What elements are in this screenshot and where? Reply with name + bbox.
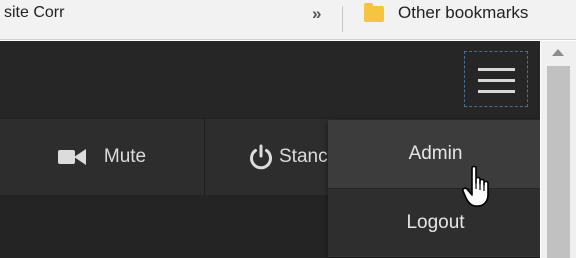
scrollbar-thumb[interactable] — [547, 66, 570, 258]
top-navbar — [0, 41, 540, 117]
power-icon — [250, 144, 272, 170]
hand-pointer-icon — [462, 165, 489, 207]
video-camera-icon — [57, 149, 86, 165]
standby-label: Stanc — [279, 146, 328, 167]
mute-button[interactable]: Mute — [0, 119, 204, 195]
folder-icon — [364, 3, 384, 22]
bookmark-item[interactable]: site Corr — [4, 4, 84, 22]
scroll-up-arrow-icon[interactable] — [552, 49, 564, 56]
vertical-scrollbar[interactable] — [541, 41, 576, 258]
hamburger-menu-icon[interactable] — [464, 51, 528, 107]
bookmarks-overflow-button[interactable]: » — [312, 4, 321, 24]
web-page: Mute Stanc Admin Logout — [0, 41, 540, 258]
bookmarks-divider — [342, 6, 343, 32]
menu-item-admin[interactable]: Admin — [328, 120, 540, 188]
other-bookmarks-button[interactable]: Other bookmarks — [398, 3, 528, 23]
menu-item-logout[interactable]: Logout — [328, 188, 540, 256]
mute-label: Mute — [103, 146, 147, 167]
dropdown-menu: Admin Logout — [328, 120, 540, 257]
bookmarks-bar: site Corr » Other bookmarks — [0, 0, 576, 40]
